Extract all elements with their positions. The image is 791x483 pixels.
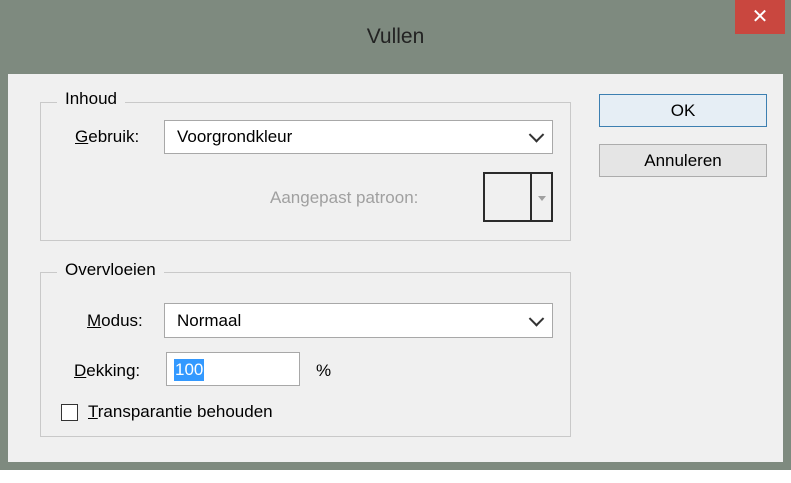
cancel-button[interactable]: Annuleren [599,144,767,177]
close-button[interactable]: ✕ [735,0,785,34]
chevron-down-icon [528,127,545,143]
pattern-label: Aangepast patroon: [270,188,419,207]
chevron-down-icon [538,196,546,201]
inhoud-legend: Inhoud [57,89,125,109]
dekking-value: 100 [174,359,205,381]
overvloeien-legend: Overvloeien [57,260,164,280]
dekking-input[interactable]: 100 [166,352,300,386]
fill-dialog: Vullen ✕ Inhoud Gebruik: Voorgrondkleur … [0,0,791,470]
gebruik-value: Voorgrondkleur [177,127,293,146]
gebruik-label: Gebruik: [75,127,140,146]
modus-value: Normaal [177,310,242,330]
transparantie-checkbox[interactable] [61,404,78,421]
pattern-picker [483,172,553,222]
modus-label: Modus: [87,311,143,330]
pattern-divider [530,174,532,220]
dialog-body: Inhoud Gebruik: Voorgrondkleur Aangepast… [8,74,783,462]
modus-select[interactable]: Normaal [164,303,553,338]
dialog-title: Vullen [366,25,425,48]
gebruik-select[interactable]: Voorgrondkleur [164,120,553,154]
chevron-down-icon [528,310,545,327]
transparantie-label[interactable]: Transparantie behouden [88,402,273,422]
dekking-label: Dekking: [74,361,141,380]
dekking-unit: % [316,361,332,380]
ok-button[interactable]: OK [599,94,767,127]
close-icon: ✕ [751,6,769,28]
